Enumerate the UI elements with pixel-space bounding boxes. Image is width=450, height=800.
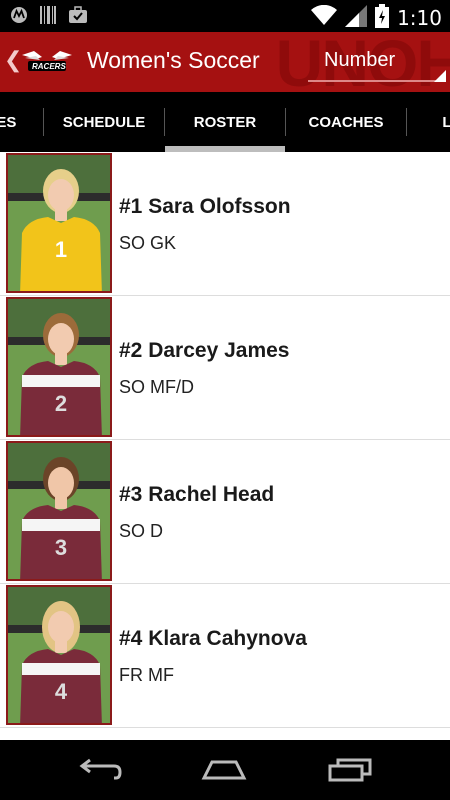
back-icon[interactable] <box>70 754 130 786</box>
wifi-icon <box>311 4 338 31</box>
page-title: Women's Soccer <box>87 47 260 73</box>
tab-coaches[interactable]: COACHES <box>286 92 406 152</box>
player-class-position: SO D <box>119 521 164 541</box>
tab-label: L <box>442 113 450 131</box>
player-name: #3 Rachel Head <box>119 483 275 506</box>
sort-spinner-value: Number <box>324 49 396 71</box>
roster-list: 1 #1 Sara Olofsson SO GK 2 #2 Darcey Jam… <box>0 152 450 740</box>
player-class-position: SO GK <box>119 233 177 253</box>
roster-row[interactable]: 1 #1 Sara Olofsson SO GK <box>0 152 450 296</box>
player-name: #4 Klara Cahynova <box>119 627 307 650</box>
signal-icon <box>345 5 368 31</box>
tab-schedule[interactable]: SCHEDULE <box>44 92 164 152</box>
svg-text:4: 4 <box>55 679 68 704</box>
status-time: 1:10 <box>397 6 442 30</box>
team-logo-text: RACERS <box>32 62 66 71</box>
svg-text:3: 3 <box>55 535 67 560</box>
navigation-bar <box>0 740 450 800</box>
player-name: #2 Darcey James <box>119 339 290 362</box>
dropdown-triangle-icon <box>434 70 446 82</box>
player-class-position: FR MF <box>119 665 174 685</box>
roster-row[interactable]: 3 #3 Rachel Head SO D <box>0 440 450 584</box>
barcode-icon <box>40 6 56 28</box>
status-right-icons: 1:10 <box>311 4 442 32</box>
player-name: #1 Sara Olofsson <box>119 195 291 218</box>
player-photo: 2 <box>6 297 112 437</box>
player-photo: 4 <box>6 585 112 725</box>
tab-links[interactable]: L <box>407 92 450 152</box>
tab-label: NES <box>0 113 17 131</box>
team-logo[interactable]: RACERS <box>20 47 74 77</box>
tab-games[interactable]: NES <box>0 92 42 152</box>
motorola-icon <box>10 6 28 28</box>
battery-charging-icon <box>375 4 390 32</box>
tab-bar: NES SCHEDULE ROSTER COACHES L <box>0 92 450 152</box>
sort-spinner[interactable]: Number <box>308 38 446 86</box>
home-icon[interactable] <box>194 754 254 786</box>
action-bar: UNOH ❮ RACERS Women's Soccer Number <box>0 32 450 92</box>
status-bar: 1:10 <box>0 0 450 32</box>
player-class-position: SO MF/D <box>119 377 194 397</box>
player-photo: 1 <box>6 153 112 293</box>
tab-roster[interactable]: ROSTER <box>165 92 285 152</box>
tab-label: SCHEDULE <box>62 113 146 131</box>
svg-text:1: 1 <box>55 237 67 262</box>
tab-label: ROSTER <box>193 113 257 131</box>
recent-apps-icon[interactable] <box>320 754 380 786</box>
tab-label: COACHES <box>308 113 384 131</box>
briefcase-icon <box>68 6 88 28</box>
sort-spinner-underline <box>308 80 446 82</box>
status-left-icons <box>10 6 88 28</box>
svg-text:2: 2 <box>55 391 67 416</box>
player-photo: 3 <box>6 441 112 581</box>
roster-row[interactable]: 2 #2 Darcey James SO MF/D <box>0 296 450 440</box>
roster-row[interactable]: 4 #4 Klara Cahynova FR MF <box>0 584 450 728</box>
